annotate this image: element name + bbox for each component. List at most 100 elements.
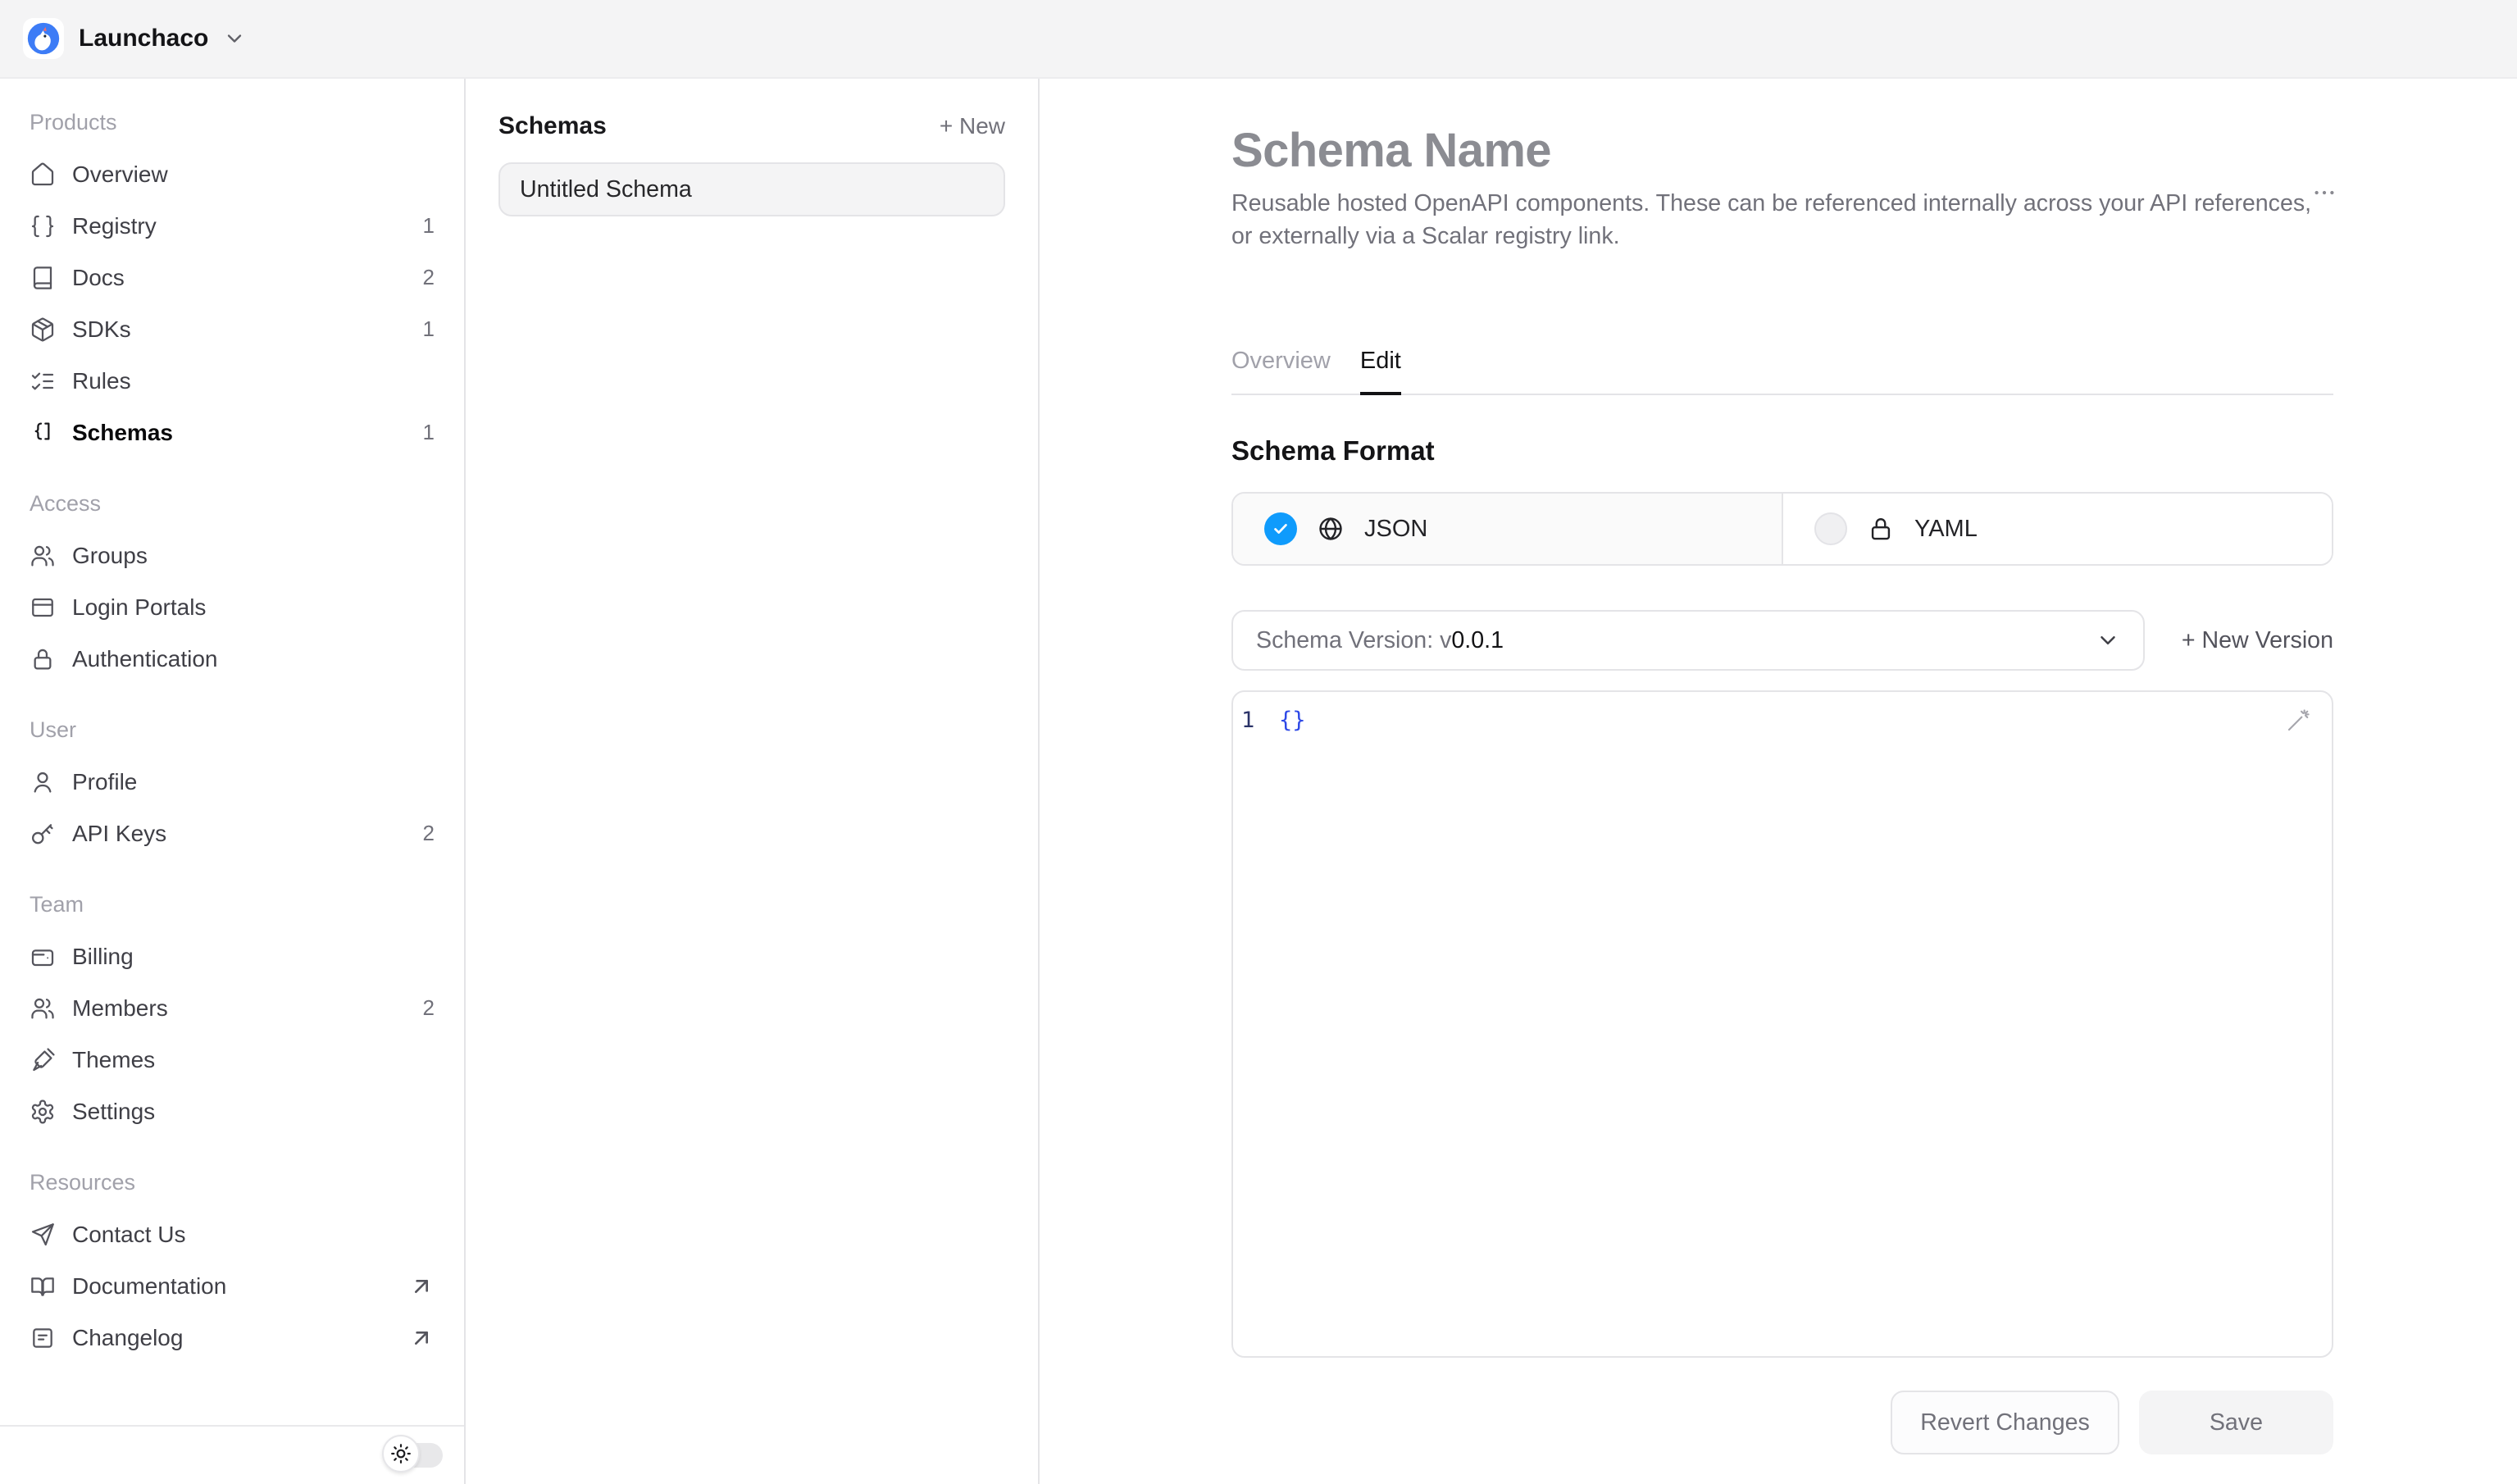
version-label: Schema Version: v	[1256, 627, 1451, 654]
schema-version-select[interactable]: Schema Version: v0.0.1	[1231, 610, 2145, 671]
new-schema-button[interactable]: + New	[940, 113, 1005, 139]
sidebar-item-login-portals[interactable]: Login Portals	[30, 581, 435, 633]
revert-changes-button[interactable]: Revert Changes	[1891, 1391, 2119, 1454]
tabs: Overview Edit	[1231, 343, 2333, 395]
tab-overview[interactable]: Overview	[1231, 343, 1331, 379]
code-content: {}	[1279, 705, 1306, 736]
send-icon	[30, 1222, 56, 1248]
schema-format-options: JSON YAML	[1231, 492, 2333, 566]
sidebar-section-title: Team	[30, 879, 435, 931]
external-link-icon	[408, 1325, 435, 1351]
workspace-name: Launchaco	[79, 25, 208, 52]
users-icon	[30, 995, 56, 1022]
key-icon	[30, 821, 56, 847]
sidebar: Products Overview Registry1 Docs 2 SDKs 1 Rules…	[0, 79, 466, 1484]
chevron-down-icon	[2096, 628, 2120, 653]
sidebar-item-label: Changelog	[72, 1325, 183, 1351]
sidebar-footer	[0, 1425, 464, 1484]
sidebar-item-documentation[interactable]: Documentation	[30, 1260, 435, 1312]
topbar: Launchaco	[0, 0, 2517, 79]
unselected-radio	[1814, 512, 1847, 545]
sidebar-item-label: Overview	[72, 162, 168, 188]
main-content: Schema Name Reusable hosted OpenAPI comp…	[1040, 79, 2517, 1484]
sun-icon	[390, 1443, 412, 1464]
sidebar-item-members[interactable]: Members2	[30, 982, 435, 1034]
new-version-button[interactable]: + New Version	[2182, 627, 2333, 654]
chevron-down-icon	[223, 27, 246, 50]
sidebar-item-label: Profile	[72, 769, 137, 795]
sidebar-item-themes[interactable]: Themes	[30, 1034, 435, 1086]
more-options-button[interactable]	[2309, 177, 2340, 208]
user-icon	[30, 769, 56, 795]
save-button[interactable]: Save	[2139, 1391, 2333, 1454]
sidebar-item-settings[interactable]: Settings	[30, 1086, 435, 1137]
format-option-json[interactable]: JSON	[1233, 494, 1783, 564]
page-title: Schema Name	[1231, 125, 2333, 177]
gear-icon	[30, 1099, 56, 1125]
users-icon	[30, 543, 56, 569]
sidebar-item-label: API Keys	[72, 821, 166, 847]
count-badge: 1	[423, 316, 435, 342]
sidebar-section-title: Access	[30, 478, 435, 530]
home-icon	[30, 162, 56, 188]
tab-edit[interactable]: Edit	[1360, 343, 1401, 379]
sidebar-item-label: Docs	[72, 265, 125, 291]
sidebar-item-authentication[interactable]: Authentication	[30, 633, 435, 685]
count-badge: 2	[423, 821, 435, 846]
format-option-yaml[interactable]: YAML	[1783, 494, 2332, 564]
book-open-icon	[30, 1273, 56, 1300]
sidebar-item-rules[interactable]: Rules	[30, 355, 435, 407]
sidebar-section-title: Products	[30, 97, 435, 148]
code-editor[interactable]: 1{}	[1231, 690, 2333, 1358]
list-checks-icon	[30, 368, 56, 394]
sidebar-section-title: User	[30, 704, 435, 756]
sidebar-section-products: Products Overview Registry1 Docs 2 SDKs 1 Rules…	[30, 97, 435, 458]
sidebar-item-contact-us[interactable]: Contact Us	[30, 1209, 435, 1260]
workspace-switcher[interactable]: Launchaco	[23, 18, 246, 59]
braces-icon	[30, 213, 56, 239]
sidebar-item-profile[interactable]: Profile	[30, 756, 435, 808]
sidebar-item-api-keys[interactable]: API Keys 2	[30, 808, 435, 859]
lock-icon	[30, 646, 56, 672]
wallet-icon	[30, 944, 56, 970]
theme-toggle[interactable]	[384, 1443, 443, 1468]
sidebar-item-registry[interactable]: Registry1	[30, 200, 435, 252]
sidebar-item-label: SDKs	[72, 316, 131, 343]
sidebar-item-schemas[interactable]: Schemas1	[30, 407, 435, 458]
sidebar-section-access: Access Groups Login PortalsAuthentication	[30, 478, 435, 685]
version-value: 0.0.1	[1451, 627, 1504, 654]
sidebar-item-label: Contact Us	[72, 1222, 186, 1248]
sidebar-item-changelog[interactable]: Changelog	[30, 1312, 435, 1363]
schema-icon	[30, 420, 56, 446]
sidebar-item-billing[interactable]: Billing	[30, 931, 435, 982]
selected-radio	[1264, 512, 1297, 545]
sidebar-item-label: Schemas	[72, 420, 173, 446]
globe-icon	[1317, 515, 1345, 543]
schemas-panel-header: Schemas + New	[498, 108, 1005, 144]
form-actions: Revert Changes Save	[1231, 1391, 2333, 1454]
line-number: 1	[1241, 705, 1279, 736]
sidebar-section-resources: Resources Contact Us Documentation Changelo…	[30, 1157, 435, 1363]
schemas-panel: Schemas + New Untitled Schema	[466, 79, 1040, 1484]
ellipsis-icon	[2312, 180, 2337, 205]
sidebar-item-docs[interactable]: Docs 2	[30, 252, 435, 303]
book-icon	[30, 265, 56, 291]
sidebar-item-groups[interactable]: Groups	[30, 530, 435, 581]
sidebar-item-overview[interactable]: Overview	[30, 148, 435, 200]
schema-list-item[interactable]: Untitled Schema	[498, 162, 1005, 216]
sidebar-item-label: Groups	[72, 543, 148, 569]
sidebar-sections: Products Overview Registry1 Docs 2 SDKs 1 Rules…	[0, 79, 464, 1363]
sidebar-item-sdks[interactable]: SDKs 1	[30, 303, 435, 355]
magic-wand-icon[interactable]	[2284, 708, 2310, 735]
count-badge: 2	[423, 265, 435, 290]
window-icon	[30, 594, 56, 621]
sidebar-item-label: Billing	[72, 944, 134, 970]
check-icon	[1272, 520, 1290, 538]
schema-format-title: Schema Format	[1231, 433, 2333, 469]
sidebar-section-title: Resources	[30, 1157, 435, 1209]
theme-toggle-knob[interactable]	[382, 1435, 420, 1473]
format-label-json: JSON	[1364, 516, 1427, 543]
sidebar-item-label: Rules	[72, 368, 131, 394]
external-link-icon	[408, 1273, 435, 1300]
sidebar-section-user: User Profile API Keys 2	[30, 704, 435, 859]
